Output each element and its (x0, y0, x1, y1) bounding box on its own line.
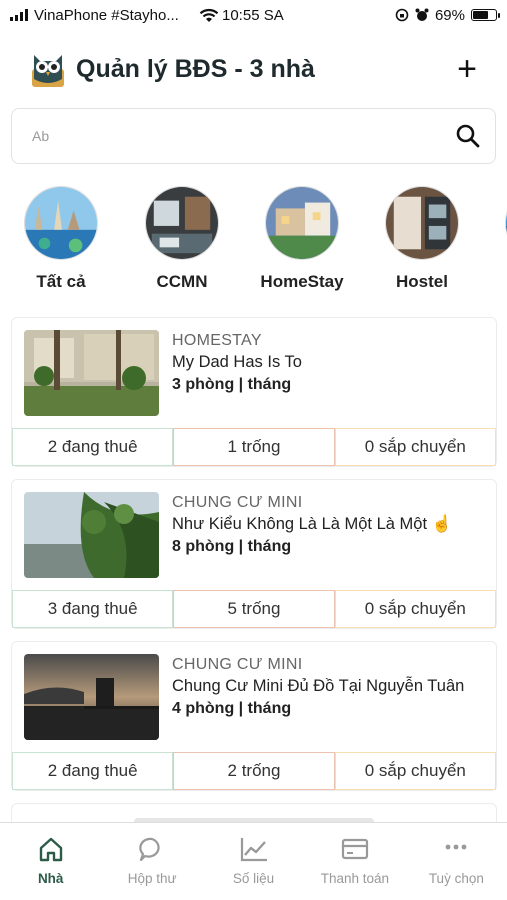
moving-count[interactable]: 0 sắp chuyển (334, 590, 496, 628)
nav-label: Tuỳ chọn (428, 871, 484, 886)
add-property-button[interactable]: + (451, 52, 483, 86)
category-ccmn[interactable]: CCMN (122, 186, 242, 294)
nav-stats[interactable]: Số liệu (203, 823, 304, 900)
property-name: My Dad Has Is To (172, 353, 302, 371)
nav-home[interactable]: Nhà (0, 823, 101, 900)
bottom-nav: Nhà Hộp thư Số liệu Thanh toán Tuỳ chọn (0, 822, 507, 900)
battery-icon (471, 9, 500, 21)
property-card[interactable]: HOMESTAY My Dad Has Is To 3 phòng | thán… (11, 317, 497, 467)
property-thumbnail (24, 492, 159, 578)
status-left: VinaPhone #Stayho... (10, 7, 219, 24)
property-info: CHUNG CƯ MINI Chung Cư Mini Đủ Đồ Tại Ng… (172, 654, 464, 752)
property-rooms: 4 phòng | tháng (172, 700, 292, 717)
battery-percent: 69% (434, 6, 465, 24)
owl-logo (32, 55, 64, 87)
alarm-icon (415, 8, 429, 21)
category-hostel[interactable]: Hostel (362, 186, 482, 294)
property-thumbnail (24, 654, 159, 740)
property-card-body: CHUNG CƯ MINI Chung Cư Mini Đủ Đồ Tại Ng… (12, 642, 496, 752)
nav-label: Số liệu (232, 871, 275, 886)
property-list: HOMESTAY My Dad Has Is To 3 phòng | thán… (11, 317, 497, 845)
chart-icon (240, 838, 267, 862)
property-stats: 2 đang thuê 1 trống 0 sắp chuyển (12, 428, 496, 466)
home-icon (39, 837, 62, 862)
category-all[interactable]: Tất cả (0, 186, 122, 294)
category-more[interactable]: Kh (482, 186, 507, 294)
nav-inbox[interactable]: Hộp thư (101, 823, 202, 900)
category-image (265, 186, 339, 260)
battery-fill (473, 11, 489, 19)
clock: 10:55 SA (222, 6, 284, 24)
nav-payment[interactable]: Thanh toán (304, 823, 405, 900)
category-label: CCMN (156, 272, 208, 291)
property-stats: 3 đang thuê 5 trống 0 sắp chuyển (12, 590, 496, 628)
category-homestay[interactable]: HomeStay (242, 186, 362, 294)
nav-options[interactable]: Tuỳ chọn (406, 823, 507, 900)
property-card-body: HOMESTAY My Dad Has Is To 3 phòng | thán… (12, 318, 496, 428)
moving-count[interactable]: 0 sắp chuyển (334, 752, 496, 790)
property-type: CHUNG CƯ MINI (172, 656, 303, 673)
property-card-body: CHUNG CƯ MINI Như Kiểu Không Là Là Một L… (12, 480, 496, 590)
signal-icon (10, 9, 28, 21)
category-label: Hostel (396, 272, 448, 291)
card-icon (341, 838, 369, 860)
header: Quản lý BĐS - 3 nhà + (0, 30, 507, 108)
category-label: HomeStay (260, 272, 344, 291)
rotation-lock-icon (395, 8, 409, 22)
property-name: Chung Cư Mini Đủ Đồ Tại Nguyễn Tuân (172, 677, 465, 695)
property-info: HOMESTAY My Dad Has Is To 3 phòng | thán… (172, 330, 302, 428)
nav-label: Thanh toán (320, 871, 390, 886)
property-rooms: 8 phòng | tháng (172, 538, 292, 555)
wifi-icon (199, 8, 219, 22)
property-info: CHUNG CƯ MINI Như Kiểu Không Là Là Một L… (172, 492, 452, 590)
empty-count[interactable]: 5 trống (173, 590, 335, 628)
empty-count[interactable]: 1 trống (173, 428, 335, 466)
empty-count[interactable]: 2 trống (173, 752, 335, 790)
category-image (24, 186, 98, 260)
property-card[interactable]: CHUNG CƯ MINI Như Kiểu Không Là Là Một L… (11, 479, 497, 629)
status-right: 69% (395, 6, 500, 24)
chat-bubble-icon (139, 837, 160, 862)
category-image (145, 186, 219, 260)
search-icon[interactable] (455, 123, 481, 149)
property-rooms: 3 phòng | tháng (172, 376, 292, 393)
search-input[interactable] (32, 128, 455, 144)
category-row: Tất cả CCMN HomeStay Hostel Kh (0, 164, 507, 294)
rented-count[interactable]: 2 đang thuê (12, 428, 174, 466)
status-bar: VinaPhone #Stayho... 10:55 SA 69% (0, 0, 507, 30)
category-label: Tất cả (36, 272, 86, 291)
more-icon (445, 844, 467, 850)
property-type: CHUNG CƯ MINI (172, 494, 303, 511)
moving-count[interactable]: 0 sắp chuyển (334, 428, 496, 466)
rented-count[interactable]: 2 đang thuê (12, 752, 174, 790)
property-type: HOMESTAY (172, 332, 262, 349)
rented-count[interactable]: 3 đang thuê (12, 590, 174, 628)
property-name: Như Kiểu Không Là Là Một Là Một ☝️ (172, 515, 453, 533)
property-thumbnail (24, 330, 159, 416)
category-image (385, 186, 459, 260)
search-bar (11, 108, 496, 164)
page-title: Quản lý BĐS - 3 nhà (76, 54, 315, 83)
property-stats: 2 đang thuê 2 trống 0 sắp chuyển (12, 752, 496, 790)
nav-label: Hộp thư (127, 871, 177, 886)
carrier-label: VinaPhone #Stayho... (34, 6, 179, 24)
property-card[interactable]: CHUNG CƯ MINI Chung Cư Mini Đủ Đồ Tại Ng… (11, 641, 497, 791)
nav-label: Nhà (37, 871, 64, 886)
